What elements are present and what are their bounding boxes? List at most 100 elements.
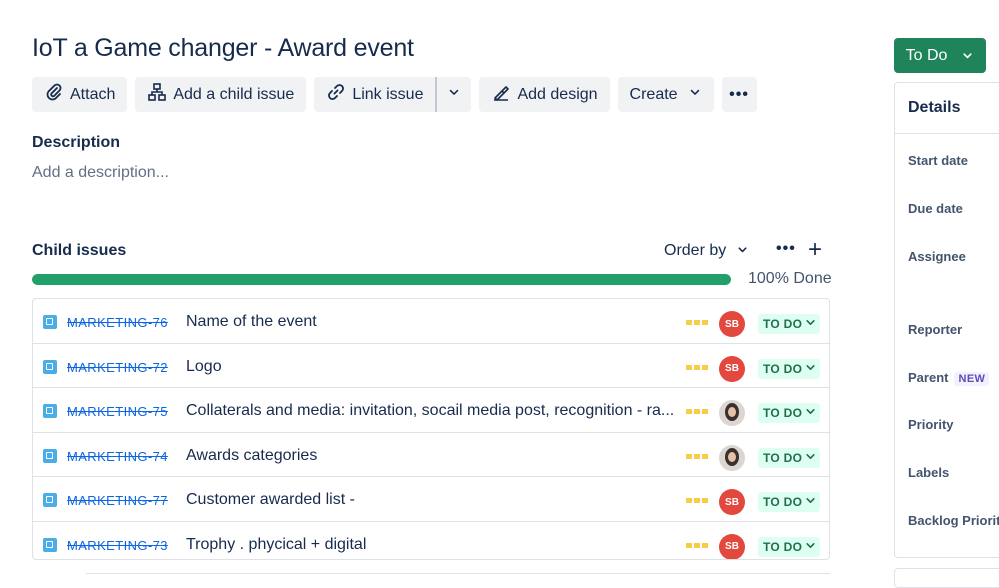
chevron-down-icon [805, 406, 816, 420]
subtask-icon [43, 404, 57, 418]
field-label-backlog-priority: Backlog Priorit [908, 513, 999, 528]
add-design-label: Add design [517, 85, 598, 103]
field-label-start-date: Start date [908, 153, 968, 168]
add-design-button[interactable]: Add design [479, 77, 610, 112]
status-label: TO DO [763, 317, 803, 331]
link-issue-label: Link issue [352, 85, 424, 103]
table-row[interactable]: MARKETING-72 Logo SB TO DO [33, 344, 829, 388]
status-dropdown[interactable]: TO DO [758, 403, 821, 423]
priority-medium-icon [686, 409, 708, 414]
status-dropdown[interactable]: TO DO [758, 314, 821, 334]
create-button[interactable]: Create [617, 77, 714, 112]
issue-summary[interactable]: Name of the event [186, 313, 676, 331]
plus-icon: + [808, 236, 823, 263]
issue-summary[interactable]: Logo [186, 358, 676, 376]
status-label: TO DO [763, 406, 803, 420]
issue-summary[interactable]: Awards categories [186, 447, 676, 465]
details-panel: Details Start date Due date Assignee Rep… [894, 82, 999, 558]
breadcrumb[interactable] [32, 0, 332, 4]
priority-medium-icon [686, 320, 708, 325]
description-placeholder[interactable]: Add a description... [32, 164, 169, 182]
parent-label: Parent [908, 370, 949, 385]
field-label-reporter: Reporter [908, 322, 963, 337]
status-label: TO DO [763, 495, 803, 509]
chevron-down-icon [805, 495, 816, 509]
new-badge: NEW [954, 372, 990, 386]
chevron-down-icon [805, 540, 816, 554]
add-child-issue-plus-button[interactable]: + [808, 236, 822, 264]
issue-key-link[interactable]: MARKETING-73 [67, 538, 168, 553]
priority-medium-icon [686, 364, 708, 370]
details-heading[interactable]: Details [908, 99, 960, 117]
design-pen-icon [491, 82, 511, 107]
divider [895, 133, 999, 134]
issue-key-link[interactable]: MARKETING-75 [67, 404, 168, 419]
link-issue-split-button: Link issue [314, 77, 472, 112]
status-transition-button[interactable]: To Do [894, 38, 986, 73]
link-icon [326, 82, 346, 107]
more-actions-button[interactable]: ••• [721, 77, 757, 112]
child-issues-heading: Child issues [32, 242, 127, 259]
chevron-down-icon [736, 243, 749, 259]
order-by-dropdown[interactable]: Order by [664, 242, 749, 260]
status-label: TO DO [763, 539, 803, 554]
issue-key-link[interactable]: MARKETING-77 [67, 493, 168, 508]
status-dropdown[interactable]: TO DO [758, 447, 821, 468]
table-row[interactable]: MARKETING-77 Customer awarded list - SB … [33, 477, 829, 522]
field-label-assignee: Assignee [908, 249, 966, 264]
issue-toolbar: Attach Add a child issue Link issue Add … [32, 77, 757, 112]
status-dropdown[interactable]: TO DO [758, 358, 821, 379]
ellipsis-icon: ••• [729, 85, 749, 103]
child-issues-progress-bar [32, 274, 731, 285]
table-row[interactable]: MARKETING-75 Collaterals and media: invi… [33, 388, 829, 433]
avatar[interactable]: SB [719, 355, 745, 382]
secondary-panel [894, 568, 999, 588]
field-label-due-date: Due date [908, 201, 963, 216]
issue-key-link[interactable]: MARKETING-74 [67, 449, 168, 464]
chevron-down-icon [805, 362, 816, 376]
priority-medium-icon [686, 498, 708, 503]
issue-summary[interactable]: Collaterals and media: invitation, socai… [186, 402, 676, 420]
ellipsis-icon: ••• [776, 240, 796, 257]
chevron-down-icon [447, 85, 461, 104]
avatar[interactable]: SB [719, 533, 745, 559]
chevron-down-icon [684, 85, 702, 104]
link-issue-button[interactable]: Link issue [314, 77, 436, 112]
avatar[interactable]: SB [719, 311, 745, 337]
issue-key-link[interactable]: MARKETING-72 [67, 360, 168, 375]
issue-summary[interactable]: Trophy . phycical + digital [186, 536, 676, 554]
field-label-priority: Priority [908, 417, 954, 432]
issue-summary[interactable]: Customer awarded list - [186, 491, 676, 509]
progress-label: 100% Done [748, 270, 832, 287]
avatar[interactable]: SB [719, 489, 745, 515]
create-label: Create [629, 85, 678, 103]
table-row[interactable]: MARKETING-74 Awards categories TO DO [33, 433, 829, 477]
progress-fill [32, 274, 731, 285]
table-row[interactable]: MARKETING-73 Trophy . phycical + digital… [33, 522, 829, 559]
chevron-down-icon [961, 49, 974, 62]
add-child-issue-button[interactable]: Add a child issue [135, 77, 307, 112]
avatar[interactable] [719, 444, 745, 471]
avatar[interactable] [719, 400, 745, 426]
subtask-icon [43, 537, 57, 552]
issue-title[interactable]: IoT a Game changer - Award event [32, 34, 414, 63]
status-label: TO DO [763, 450, 803, 465]
hierarchy-icon [147, 82, 167, 107]
table-row[interactable]: MARKETING-76 Name of the event SB TO DO [33, 299, 829, 344]
subtask-icon [43, 315, 57, 329]
subtask-icon [43, 448, 57, 463]
status-dropdown[interactable]: TO DO [758, 492, 821, 512]
order-by-label: Order by [664, 242, 727, 259]
child-issues-more-button[interactable]: ••• [776, 240, 796, 258]
subtask-icon [43, 493, 57, 507]
chevron-down-icon [805, 451, 816, 465]
paperclip-icon [44, 82, 64, 107]
status-dropdown[interactable]: TO DO [758, 536, 821, 557]
priority-medium-icon [686, 453, 708, 459]
field-label-labels: Labels [908, 465, 950, 480]
divider [86, 573, 830, 574]
link-issue-dropdown-button[interactable] [435, 77, 472, 112]
chevron-down-icon [805, 317, 816, 331]
issue-key-link[interactable]: MARKETING-76 [67, 315, 168, 330]
attach-button[interactable]: Attach [32, 77, 128, 112]
